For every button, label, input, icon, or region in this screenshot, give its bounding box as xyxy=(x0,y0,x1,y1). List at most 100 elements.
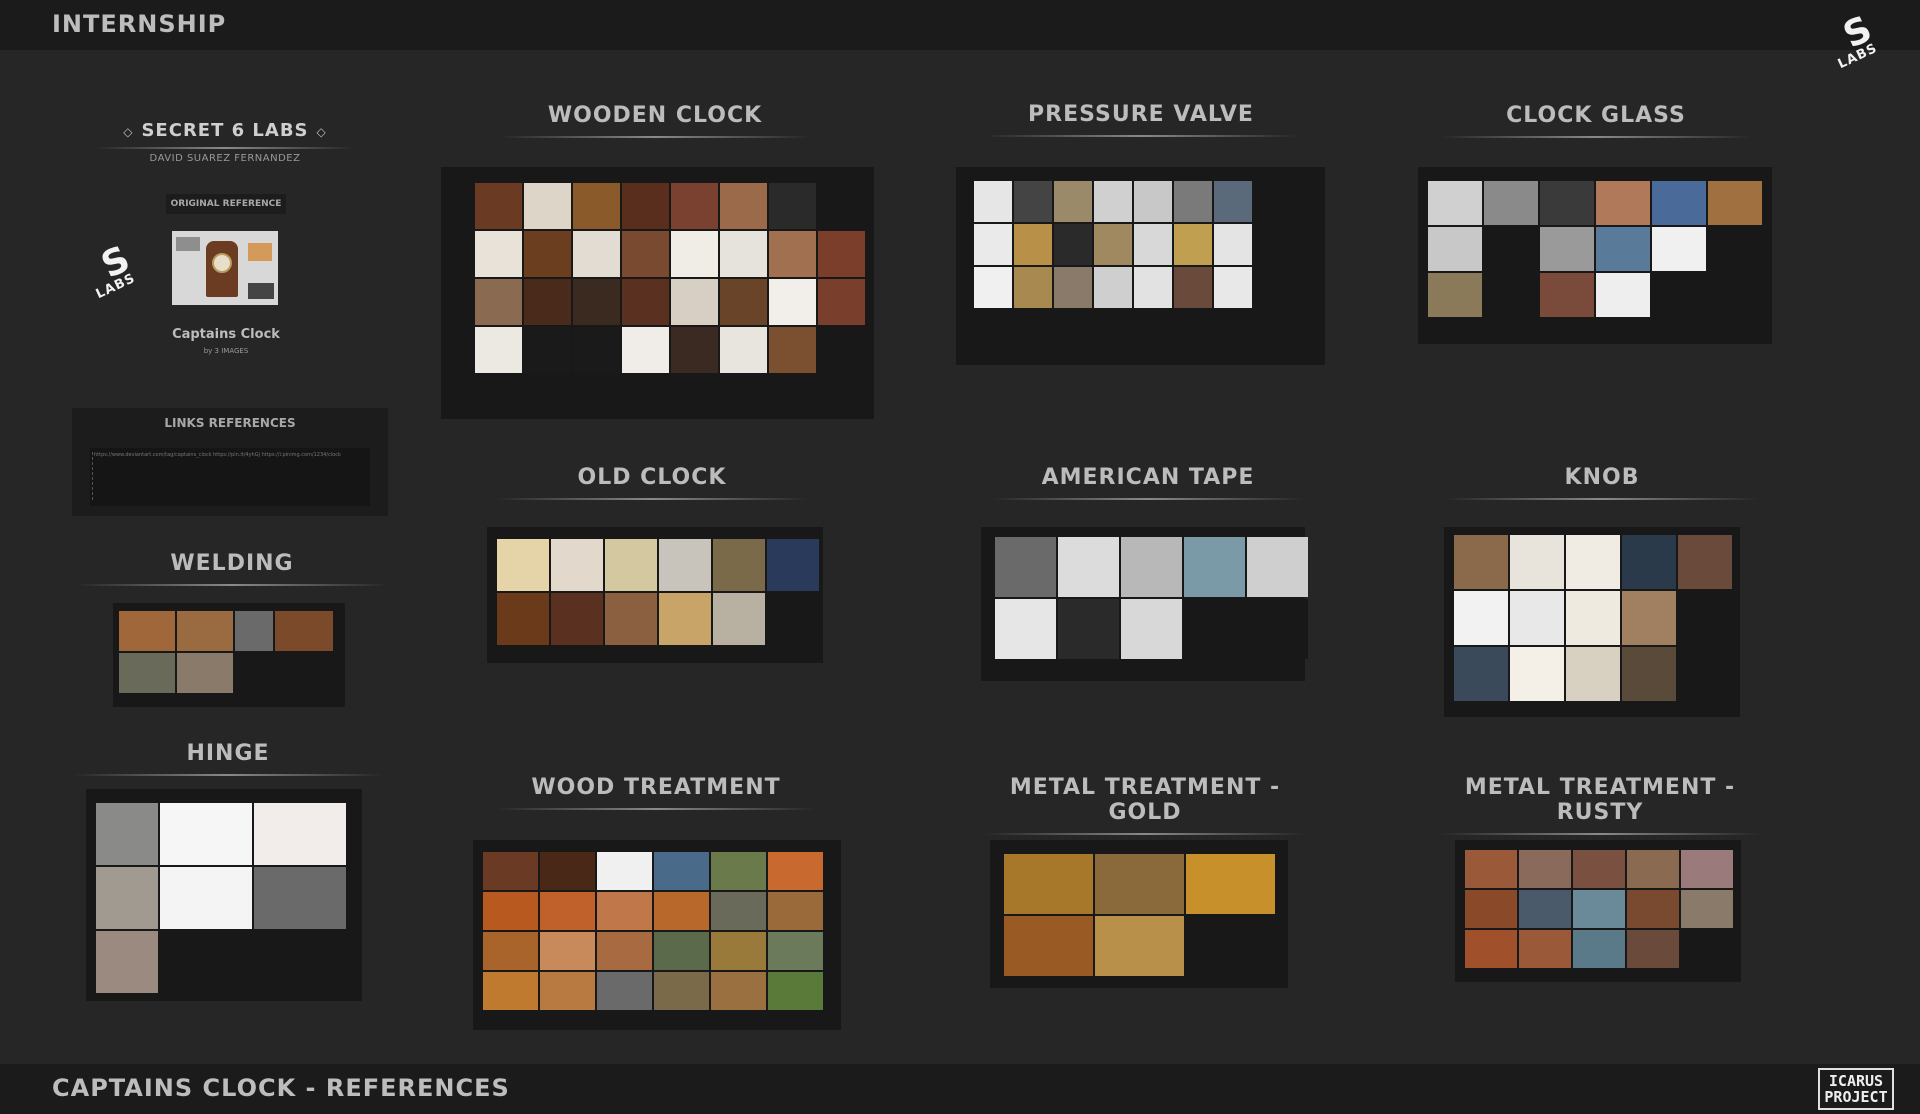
reference-image[interactable] xyxy=(1573,930,1625,968)
reference-image[interactable] xyxy=(1014,224,1052,265)
reference-image[interactable] xyxy=(573,279,620,325)
reference-image[interactable] xyxy=(254,931,346,993)
original-reference-thumbnail[interactable] xyxy=(172,231,278,305)
reference-image[interactable] xyxy=(605,539,657,591)
reference-image[interactable] xyxy=(475,183,522,229)
reference-image[interactable] xyxy=(1708,181,1762,225)
reference-image[interactable] xyxy=(768,932,823,970)
reference-image[interactable] xyxy=(1627,930,1679,968)
reference-image[interactable] xyxy=(1540,181,1594,225)
reference-image[interactable] xyxy=(720,183,767,229)
reference-image[interactable] xyxy=(1596,181,1650,225)
reference-image[interactable] xyxy=(767,593,819,645)
reference-image[interactable] xyxy=(671,327,718,373)
reference-image[interactable] xyxy=(1652,181,1706,225)
reference-image[interactable] xyxy=(1566,535,1620,589)
reference-image[interactable] xyxy=(1708,227,1762,271)
reference-image[interactable] xyxy=(1134,224,1172,265)
reference-image[interactable] xyxy=(1134,181,1172,222)
reference-image[interactable] xyxy=(1484,181,1538,225)
reference-image[interactable] xyxy=(1596,273,1650,317)
reference-image[interactable] xyxy=(1186,854,1275,914)
reference-image[interactable] xyxy=(524,327,571,373)
reference-image[interactable] xyxy=(540,892,595,930)
reference-image[interactable] xyxy=(711,972,766,1010)
reference-image[interactable] xyxy=(768,892,823,930)
reference-image[interactable] xyxy=(818,231,865,277)
reference-image[interactable] xyxy=(974,267,1012,308)
reference-image[interactable] xyxy=(1214,181,1252,222)
reference-image[interactable] xyxy=(1484,227,1538,271)
reference-image[interactable] xyxy=(1094,181,1132,222)
reference-image[interactable] xyxy=(275,653,333,693)
reference-image[interactable] xyxy=(1004,916,1093,976)
reference-image[interactable] xyxy=(1094,224,1132,265)
reference-image[interactable] xyxy=(551,593,603,645)
reference-image[interactable] xyxy=(769,183,816,229)
reference-image[interactable] xyxy=(711,852,766,890)
reference-image[interactable] xyxy=(1184,537,1245,597)
reference-image[interactable] xyxy=(1174,267,1212,308)
reference-image[interactable] xyxy=(1121,537,1182,597)
reference-image[interactable] xyxy=(654,932,709,970)
reference-image[interactable] xyxy=(995,537,1056,597)
reference-image[interactable] xyxy=(818,183,865,229)
reference-image[interactable] xyxy=(713,593,765,645)
reference-image[interactable] xyxy=(1627,850,1679,888)
reference-image[interactable] xyxy=(1214,267,1252,308)
reference-image[interactable] xyxy=(1214,224,1252,265)
reference-image[interactable] xyxy=(1465,850,1517,888)
reference-image[interactable] xyxy=(711,892,766,930)
reference-image[interactable] xyxy=(1058,599,1119,659)
reference-image[interactable] xyxy=(769,327,816,373)
reference-image[interactable] xyxy=(1678,591,1732,645)
reference-image[interactable] xyxy=(622,231,669,277)
reference-image[interactable] xyxy=(177,653,233,693)
reference-image[interactable] xyxy=(1428,181,1482,225)
reference-image[interactable] xyxy=(96,803,158,865)
reference-image[interactable] xyxy=(769,279,816,325)
reference-image[interactable] xyxy=(1254,181,1292,222)
reference-image[interactable] xyxy=(768,852,823,890)
reference-image[interactable] xyxy=(1058,537,1119,597)
reference-image[interactable] xyxy=(1254,224,1292,265)
reference-image[interactable] xyxy=(1678,647,1732,701)
reference-image[interactable] xyxy=(1004,854,1093,914)
reference-image[interactable] xyxy=(1519,850,1571,888)
reference-image[interactable] xyxy=(475,327,522,373)
reference-image[interactable] xyxy=(1054,224,1092,265)
reference-image[interactable] xyxy=(1484,273,1538,317)
reference-image[interactable] xyxy=(974,224,1012,265)
reference-image[interactable] xyxy=(254,803,346,865)
reference-image[interactable] xyxy=(671,231,718,277)
reference-image[interactable] xyxy=(1247,599,1308,659)
reference-image[interactable] xyxy=(1678,535,1732,589)
reference-image[interactable] xyxy=(720,231,767,277)
reference-image[interactable] xyxy=(160,867,252,929)
reference-image[interactable] xyxy=(177,611,233,651)
reference-image[interactable] xyxy=(1174,181,1212,222)
reference-image[interactable] xyxy=(497,539,549,591)
reference-image[interactable] xyxy=(119,653,175,693)
reference-image[interactable] xyxy=(1652,227,1706,271)
reference-image[interactable] xyxy=(720,327,767,373)
reference-image[interactable] xyxy=(1186,916,1275,976)
reference-image[interactable] xyxy=(1174,224,1212,265)
reference-image[interactable] xyxy=(1681,890,1733,928)
links-text[interactable]: https://www.deviantart.com/tag/captains_… xyxy=(94,452,341,458)
reference-image[interactable] xyxy=(551,539,603,591)
reference-image[interactable] xyxy=(1134,267,1172,308)
reference-image[interactable] xyxy=(1014,181,1052,222)
reference-image[interactable] xyxy=(654,892,709,930)
reference-image[interactable] xyxy=(1566,647,1620,701)
reference-image[interactable] xyxy=(818,327,865,373)
reference-image[interactable] xyxy=(671,279,718,325)
reference-image[interactable] xyxy=(1184,599,1245,659)
reference-image[interactable] xyxy=(659,593,711,645)
reference-image[interactable] xyxy=(483,852,538,890)
reference-image[interactable] xyxy=(1014,267,1052,308)
reference-image[interactable] xyxy=(1519,890,1571,928)
reference-image[interactable] xyxy=(654,852,709,890)
reference-image[interactable] xyxy=(573,183,620,229)
reference-image[interactable] xyxy=(720,279,767,325)
